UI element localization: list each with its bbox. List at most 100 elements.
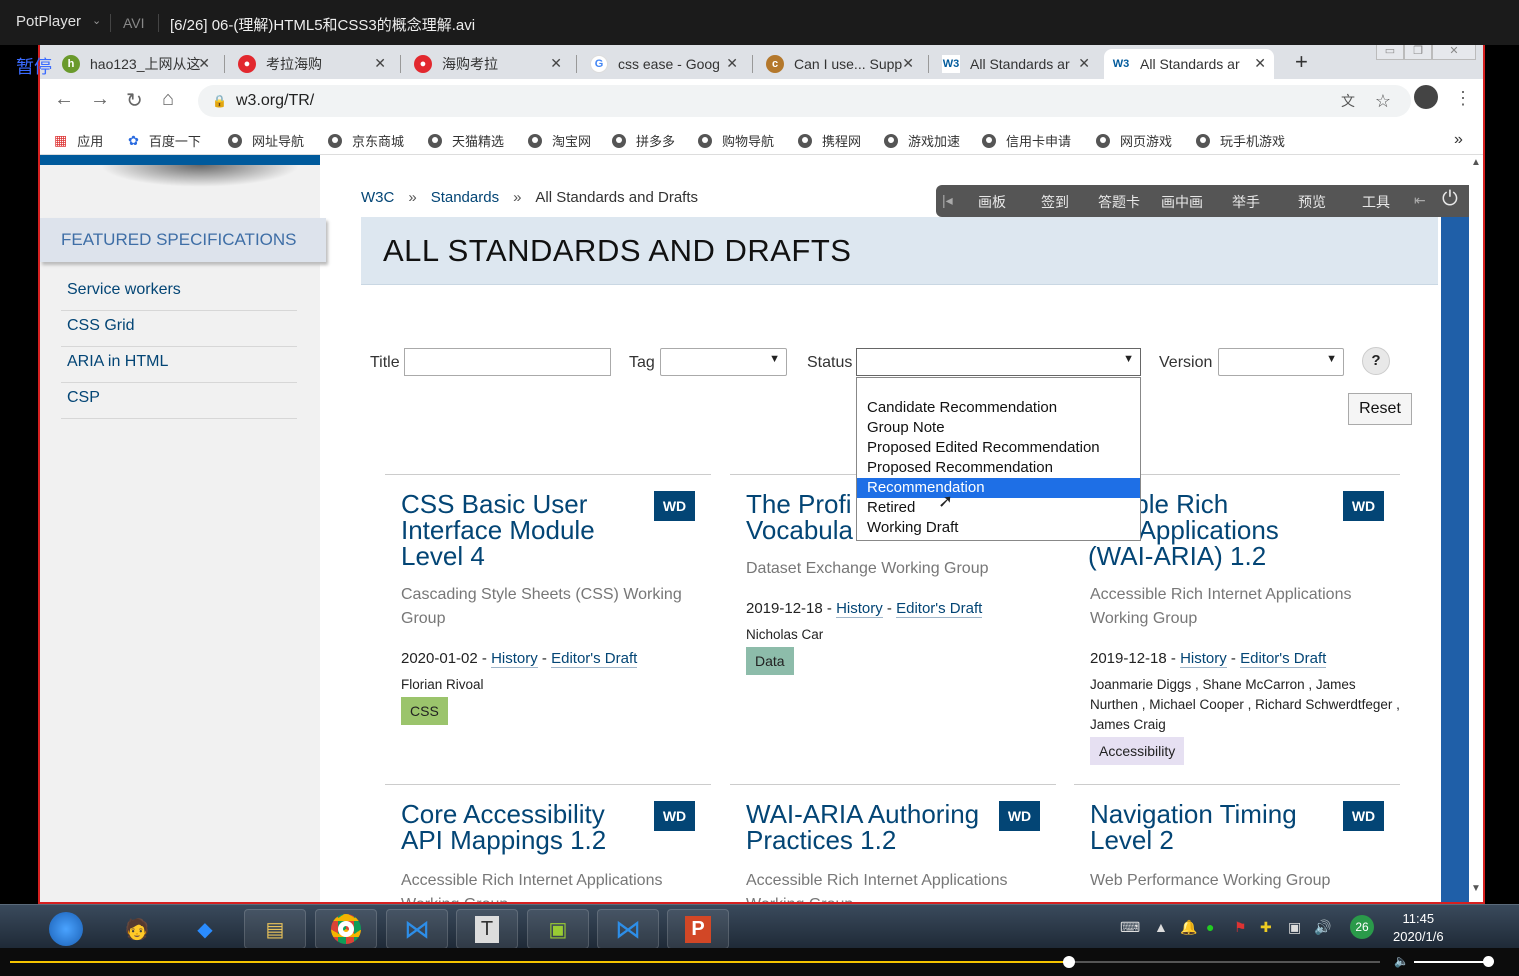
spec-tag[interactable]: CSS <box>401 697 448 725</box>
minimize-icon[interactable]: ▭ <box>1376 45 1404 60</box>
bell-icon[interactable]: 🔔 <box>1180 919 1197 936</box>
bookmark-item[interactable]: 信用卡申请 <box>982 131 1071 150</box>
history-link[interactable]: History <box>491 650 538 668</box>
new-tab-button[interactable]: + <box>1295 49 1308 75</box>
spec-tag[interactable]: Data <box>746 647 794 675</box>
sidebar-item-css-grid[interactable]: CSS Grid <box>61 311 297 347</box>
typora-icon[interactable]: T <box>456 909 518 949</box>
player-seek-bar[interactable]: 🔈 <box>0 948 1519 976</box>
bookmark-item[interactable]: 网页游戏 <box>1096 131 1172 150</box>
bookmark-baidu[interactable]: ✿ 百度一下 <box>128 131 201 150</box>
close-icon[interactable]: ✕ <box>550 55 562 72</box>
breadcrumb-w3c[interactable]: W3C <box>361 189 394 206</box>
overlay-tools[interactable]: 工具 <box>1362 192 1390 212</box>
powerpoint-icon[interactable]: P <box>667 909 729 949</box>
close-icon[interactable]: ✕ <box>902 55 914 72</box>
restore-icon[interactable]: ❐ <box>1404 45 1432 60</box>
seek-handle[interactable] <box>1063 956 1075 968</box>
chevron-down-icon[interactable]: ⌄ <box>92 14 101 27</box>
vscode-icon[interactable]: ⋈ <box>386 909 448 949</box>
volume-icon[interactable]: 🔈 <box>1394 954 1409 968</box>
player-logo[interactable]: PotPlayer <box>16 13 81 30</box>
chrome-icon[interactable] <box>315 909 377 949</box>
history-link[interactable]: History <box>1180 650 1227 668</box>
volume-icon[interactable]: 🔊 <box>1314 919 1331 936</box>
start-button[interactable] <box>38 909 94 949</box>
overlay-checkin[interactable]: 签到 <box>1041 192 1069 212</box>
spec-title[interactable]: CSS Basic User Interface Module Level 4 <box>401 491 651 569</box>
clock[interactable]: 11:45 2020/1/6 <box>1393 910 1444 946</box>
notes-app-icon[interactable]: ▣ <box>527 909 589 949</box>
profile-avatar-icon[interactable] <box>1414 85 1438 109</box>
title-filter-input[interactable] <box>404 348 611 376</box>
status-option-empty[interactable] <box>857 378 1140 398</box>
bookmark-item[interactable]: 携程网 <box>798 131 861 150</box>
bookmarks-more[interactable]: » <box>1454 131 1463 149</box>
reset-button[interactable]: Reset <box>1348 393 1412 425</box>
power-icon[interactable]: ⏻ <box>1442 188 1458 211</box>
bookmark-item[interactable]: 京东商城 <box>328 131 404 150</box>
sidebar-item-csp[interactable]: CSP <box>61 383 297 419</box>
editors-draft-link[interactable]: Editor's Draft <box>551 650 638 668</box>
tab-google[interactable]: G css ease - Goog ✕ <box>582 49 746 79</box>
status-option[interactable]: Proposed Recommendation <box>857 458 1140 478</box>
volume-handle[interactable] <box>1483 956 1494 967</box>
network-icon[interactable]: ▣ <box>1288 919 1301 936</box>
help-button[interactable]: ? <box>1362 347 1390 375</box>
window-close-icon[interactable]: ✕ <box>1432 45 1476 60</box>
tab-w3c-active[interactable]: W3 All Standards ar ✕ <box>1104 49 1274 79</box>
status-filter-select[interactable]: ▼ <box>856 348 1141 376</box>
collapse-icon[interactable]: |◂ <box>942 192 953 209</box>
tab-caniuse[interactable]: c Can I use... Supp ✕ <box>758 49 922 79</box>
sidebar-item-service-workers[interactable]: Service workers <box>61 275 297 311</box>
bookmark-item[interactable]: 天猫精选 <box>428 131 504 150</box>
menu-kebab-icon[interactable]: ⋮ <box>1454 88 1472 109</box>
status-option-highlighted[interactable]: Recommendation <box>857 478 1140 498</box>
editors-draft-link[interactable]: Editor's Draft <box>1240 650 1327 668</box>
sidebar-item-aria-in-html[interactable]: ARIA in HTML <box>61 347 297 383</box>
tab-kaola-1[interactable]: ● 考拉海购 ✕ <box>230 49 394 79</box>
keyboard-icon[interactable]: ⌨ <box>1120 919 1140 936</box>
bookmark-item[interactable]: 购物导航 <box>698 131 774 150</box>
lock-icon[interactable]: 🔒 <box>212 85 227 117</box>
file-explorer-icon[interactable]: ▤ <box>244 909 306 949</box>
close-icon[interactable]: ✕ <box>726 55 738 72</box>
scroll-up-icon[interactable]: ▲ <box>1471 157 1481 168</box>
spec-tag[interactable]: Accessibility <box>1090 737 1185 765</box>
star-icon[interactable]: ☆ <box>1375 85 1391 117</box>
scroll-down-icon[interactable]: ▼ <box>1471 883 1481 894</box>
volume-slider[interactable] <box>1414 961 1489 963</box>
overlay-raise-hand[interactable]: 举手 <box>1232 192 1260 212</box>
close-icon[interactable]: ✕ <box>1254 55 1266 72</box>
history-link[interactable]: History <box>836 600 883 618</box>
reload-icon[interactable]: ↻ <box>126 88 143 113</box>
status-option[interactable]: Working Draft <box>857 518 1140 538</box>
version-filter-select[interactable]: ▼ <box>1218 348 1344 376</box>
overlay-board[interactable]: 画板 <box>978 192 1006 212</box>
overlay-answer-card[interactable]: 答题卡 <box>1098 192 1140 212</box>
notification-badge[interactable]: 26 <box>1350 915 1374 939</box>
flag-icon[interactable]: ⚑ <box>1234 919 1247 936</box>
app-icon[interactable]: ◆ <box>174 909 236 949</box>
tab-kaola-2[interactable]: ● 海购考拉 ✕ <box>406 49 570 79</box>
close-icon[interactable]: ✕ <box>198 55 210 72</box>
status-option[interactable]: Candidate Recommendation <box>857 398 1140 418</box>
bookmark-apps[interactable]: ▦ 应用 <box>54 131 103 150</box>
translate-icon[interactable]: 文 <box>1341 85 1355 117</box>
pin-icon[interactable]: ⇤ <box>1414 192 1426 209</box>
spec-title[interactable]: Core Accessibility API Mappings 1.2 <box>401 801 651 853</box>
vscode-icon[interactable]: ⋈ <box>597 909 659 949</box>
bookmark-item[interactable]: 网址导航 <box>228 131 304 150</box>
tag-filter-select[interactable]: ▼ <box>660 348 787 376</box>
close-icon[interactable]: ✕ <box>374 55 386 72</box>
tab-w3c-1[interactable]: W3 All Standards ar ✕ <box>934 49 1098 79</box>
status-option[interactable]: Proposed Edited Recommendation <box>857 438 1140 458</box>
spec-title[interactable]: Navigation Timing Level 2 <box>1090 801 1340 853</box>
overlay-preview[interactable]: 预览 <box>1298 192 1326 212</box>
bookmark-item[interactable]: 淘宝网 <box>528 131 591 150</box>
chevron-up-icon[interactable]: ▲ <box>1154 919 1168 935</box>
address-bar[interactable]: 🔒 w3.org/TR/ ☆ 文 <box>198 85 1411 117</box>
plus-icon[interactable]: ✚ <box>1260 919 1272 936</box>
bookmark-item[interactable]: 游戏加速 <box>884 131 960 150</box>
avatar-app-icon[interactable]: 🧑 <box>106 909 168 949</box>
